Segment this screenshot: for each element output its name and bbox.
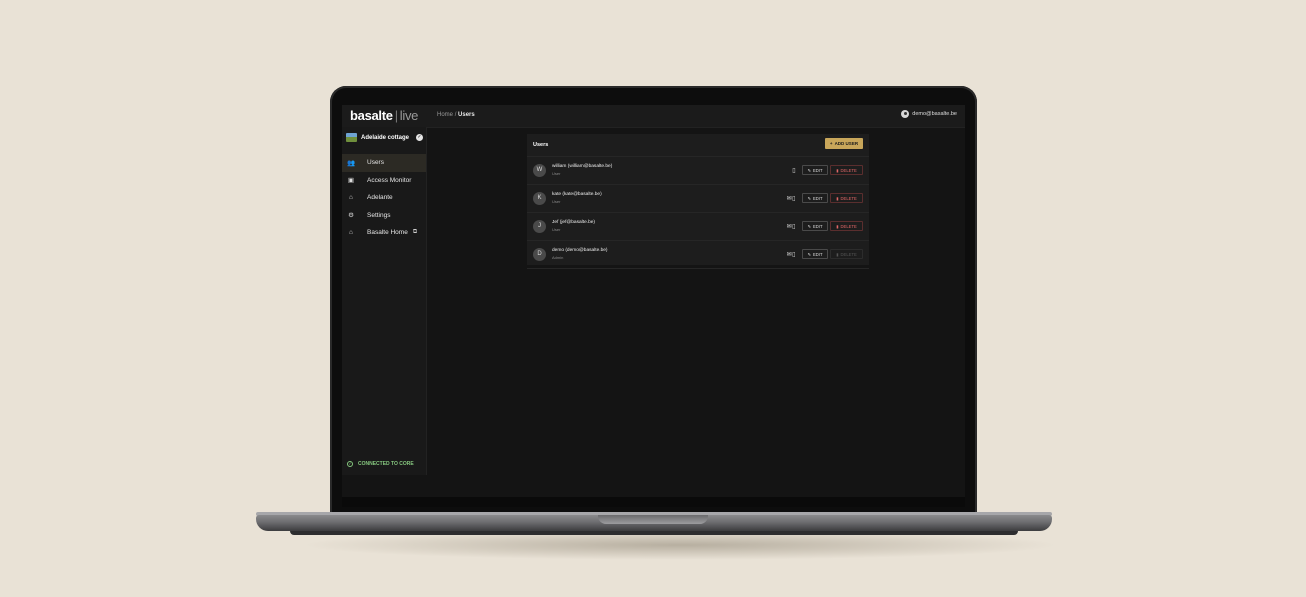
mail-device-icon: ✉▯: [786, 252, 796, 258]
edit-label: EDIT: [812, 195, 823, 201]
user-role: Admin: [552, 255, 564, 260]
laptop-foot: [290, 531, 1018, 535]
laptop-notch: [598, 515, 708, 524]
connection-status-label: CONNECTED TO CORE: [358, 461, 414, 467]
laptop-bezel: [342, 497, 965, 507]
user-name: kate (kate@basalte.be): [552, 192, 602, 197]
edit-label: EDIT: [812, 167, 823, 173]
external-link-icon: ⧉: [412, 229, 418, 236]
check-circle-icon: ✓: [347, 461, 353, 467]
panel-title: Users: [533, 142, 549, 148]
delete-label: DELETE: [840, 223, 857, 229]
edit-button[interactable]: ✎ EDIT: [802, 193, 828, 203]
sidebar-item-adelante[interactable]: ⌂ Adelante: [342, 189, 426, 207]
edit-label: EDIT: [812, 251, 823, 257]
breadcrumb: Home / Users: [437, 112, 475, 118]
avatar: D: [533, 248, 546, 261]
connection-status: ✓ CONNECTED TO CORE: [347, 461, 414, 467]
edit-button[interactable]: ✎ EDIT: [802, 165, 828, 175]
house-selector[interactable]: Adelaide cottage ✓: [346, 133, 424, 142]
pencil-icon: ✎: [807, 167, 811, 173]
delete-button-disabled: ▮ DELETE: [830, 249, 863, 259]
user-name: william (william@basalte.be): [552, 164, 613, 169]
check-circle-icon: ✓: [416, 134, 424, 141]
panel-header: Users + ADD USER: [527, 134, 869, 157]
sidebar: Adelaide cottage ✓ 👥 Users ▣ Access Moni…: [342, 127, 427, 475]
edit-button[interactable]: ✎ EDIT: [802, 249, 828, 259]
trash-icon: ▮: [836, 223, 839, 229]
user-name: demo (demo@basalte.be): [552, 248, 608, 253]
delete-label: DELETE: [840, 167, 857, 173]
mail-device-icon: ✉▯: [786, 196, 796, 202]
trash-icon: ▮: [836, 167, 839, 173]
sidebar-item-label: Access Monitor: [367, 176, 412, 184]
users-icon: 👥: [347, 159, 356, 167]
app-logo[interactable]: basalte | live: [350, 108, 418, 123]
sidebar-item-users[interactable]: 👥 Users: [342, 154, 426, 172]
add-user-button[interactable]: + ADD USER: [825, 138, 863, 149]
table-row: K kate (kate@basalte.be) User ✉▯ ✎ EDIT ▮…: [527, 185, 869, 213]
delete-button[interactable]: ▮ DELETE: [830, 193, 863, 203]
pencil-icon: ✎: [807, 195, 811, 201]
sidebar-item-label: Users: [367, 159, 384, 167]
pencil-icon: ✎: [807, 251, 811, 257]
gear-icon: ⚙: [348, 212, 354, 220]
breadcrumb-current: Users: [458, 112, 475, 118]
delete-label: DELETE: [840, 195, 857, 201]
sidebar-item-settings[interactable]: ⚙ Settings: [342, 207, 426, 225]
breadcrumb-separator: /: [454, 112, 457, 118]
sidebar-item-label: Basalte Home: [367, 229, 408, 237]
account-menu[interactable]: demo@basalte.be: [901, 110, 957, 118]
pencil-icon: ✎: [807, 223, 811, 229]
delete-button[interactable]: ▮ DELETE: [830, 221, 863, 231]
logo-suffix: live: [399, 108, 419, 123]
table-row: D demo (demo@basalte.be) Admin ✉▯ ✎ EDIT …: [527, 241, 869, 269]
users-panel: Users + ADD USER W william (william@basa…: [527, 134, 869, 269]
user-role: User: [552, 199, 561, 204]
account-email: demo@basalte.be: [912, 111, 957, 117]
trash-icon: ▮: [836, 195, 839, 201]
sidebar-item-basalte-home[interactable]: ⌂ Basalte Home ⧉: [342, 224, 426, 242]
logo-separator: |: [394, 108, 398, 123]
user-role: User: [552, 227, 561, 232]
house-thumbnail: [346, 133, 357, 142]
mail-device-icon: ✉▯: [786, 224, 796, 230]
account-icon: [901, 110, 910, 118]
avatar: W: [533, 164, 546, 177]
edit-label: EDIT: [812, 223, 823, 229]
top-bar: basalte | live Home / Users demo@basalte.b…: [342, 105, 965, 128]
avatar: J: [533, 220, 546, 233]
sidebar-item-label: Settings: [367, 211, 391, 219]
sidebar-nav: 👥 Users ▣ Access Monitor ⌂ Adelante ⚙ Se…: [342, 154, 426, 242]
user-name: Jef (jef@basalte.be): [552, 220, 595, 225]
delete-button[interactable]: ▮ DELETE: [830, 165, 863, 175]
monitor-icon: ▣: [347, 177, 355, 185]
house-name: Adelaide cottage: [361, 134, 410, 141]
sidebar-item-label: Adelante: [367, 194, 393, 202]
breadcrumb-home[interactable]: Home: [437, 112, 453, 118]
plus-icon: +: [829, 141, 833, 146]
logo-text: basalte: [350, 108, 393, 123]
home-outline-icon: ⌂: [349, 194, 353, 202]
table-row: W william (william@basalte.be) User ▯ ✎ E…: [527, 157, 869, 185]
delete-label: DELETE: [840, 251, 857, 257]
edit-button[interactable]: ✎ EDIT: [802, 221, 828, 231]
user-role: User: [552, 171, 561, 176]
home-icon: ⌂: [349, 229, 353, 237]
table-row: J Jef (jef@basalte.be) User ✉▯ ✎ EDIT ▮ DE…: [527, 213, 869, 241]
app-screen: basalte | live Home / Users demo@basalte.b…: [342, 105, 965, 497]
add-user-label: ADD USER: [834, 141, 859, 146]
trash-icon: ▮: [836, 251, 839, 257]
device-icon: ▯: [792, 168, 796, 174]
avatar: K: [533, 192, 546, 205]
sidebar-item-access-monitor[interactable]: ▣ Access Monitor: [342, 172, 426, 190]
